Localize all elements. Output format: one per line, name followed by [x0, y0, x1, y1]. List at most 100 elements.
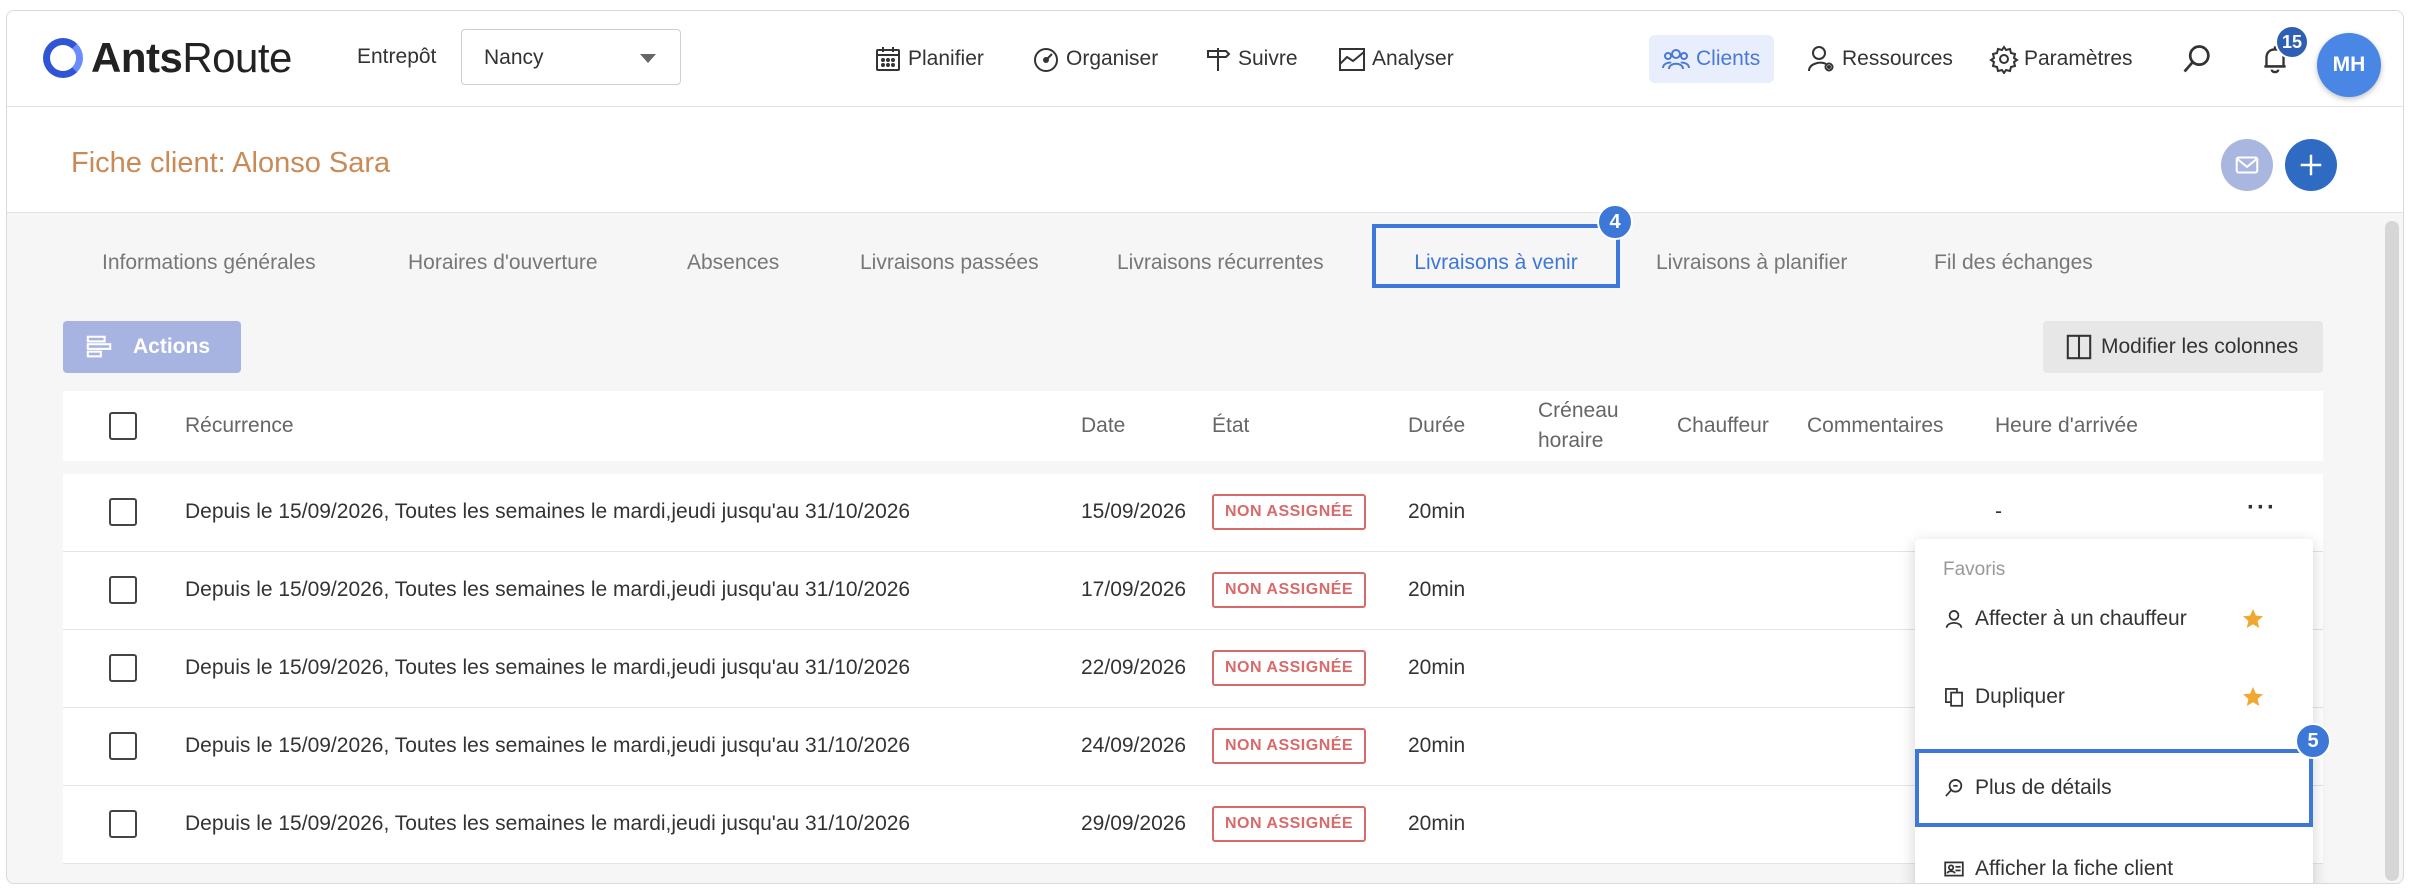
row-actions-menu: Favoris Affecter à un chauffeur Duplique…: [1915, 539, 2313, 883]
row-recurrence: Depuis le 15/09/2026, Toutes les semaine…: [185, 812, 911, 835]
row-duration: 20min: [1408, 656, 1466, 679]
actions-button-label: Actions: [133, 335, 211, 358]
nav-analyser[interactable]: Analyser: [1337, 35, 1454, 83]
columns-icon: [2066, 334, 2092, 360]
id-card-icon: [1944, 861, 1964, 877]
menu-item-plus-de-details[interactable]: Plus de détails: [1915, 749, 2313, 827]
row-duration: 20min: [1408, 812, 1466, 835]
modify-columns-button[interactable]: Modifier les colonnes: [2043, 321, 2323, 373]
logo-text-light: Route: [182, 34, 292, 81]
notification-count-badge: 15: [2275, 25, 2309, 59]
caret-down-icon: [640, 54, 656, 63]
menu-item-fiche-label: Afficher la fiche client: [1975, 857, 2174, 880]
page-header: Fiche client: Alonso Sara: [7, 107, 2403, 213]
tab-livraisons-recurrentes[interactable]: Livraisons récurrentes: [1117, 251, 1324, 275]
row-date: 15/09/2026: [1081, 500, 1187, 523]
row-recurrence: Depuis le 15/09/2026, Toutes les semaine…: [185, 500, 911, 523]
row-more-icon[interactable]: ···: [2247, 494, 2277, 522]
row-checkbox[interactable]: [109, 810, 137, 838]
row-date: 29/09/2026: [1081, 812, 1187, 835]
header-recurrence[interactable]: Récurrence: [185, 411, 294, 441]
nav-planifier[interactable]: Planifier: [873, 35, 984, 83]
app-logo[interactable]: AntsRoute: [43, 33, 292, 83]
top-bar: AntsRoute Entrepôt Nancy Planifier Organ…: [7, 11, 2403, 107]
row-checkbox[interactable]: [109, 654, 137, 682]
tab-livraisons-a-venir[interactable]: Livraisons à venir: [1372, 224, 1620, 288]
nav-ressources-label: Ressources: [1842, 47, 1953, 70]
nav-ressources[interactable]: Ressources: [1807, 35, 1953, 83]
actions-button[interactable]: Actions: [63, 321, 241, 373]
row-recurrence: Depuis le 15/09/2026, Toutes les semaine…: [185, 734, 911, 757]
nav-parametres[interactable]: Paramètres: [1989, 35, 2133, 83]
user-gear-icon: [1808, 46, 1834, 72]
menu-item-affecter-chauffeur[interactable]: Affecter à un chauffeur: [1915, 589, 2313, 649]
header-etat[interactable]: État: [1212, 411, 1249, 441]
nav-suivre-label: Suivre: [1238, 47, 1298, 70]
tab-livraisons-passees[interactable]: Livraisons passées: [860, 251, 1039, 275]
step-badge-5: 5: [2295, 723, 2331, 759]
header-date[interactable]: Date: [1081, 411, 1125, 441]
nav-organiser[interactable]: Organiser: [1031, 35, 1158, 83]
menu-item-afficher-fiche-client[interactable]: Afficher la fiche client: [1915, 839, 2313, 883]
row-checkbox[interactable]: [109, 576, 137, 604]
chart-icon: [1339, 48, 1365, 71]
calendar-icon: [876, 47, 900, 71]
status-badge: NON ASSIGNÉE: [1212, 494, 1367, 530]
select-all-checkbox[interactable]: [109, 412, 137, 440]
menu-item-affecter-label: Affecter à un chauffeur: [1975, 607, 2187, 630]
header-chauffeur[interactable]: Chauffeur: [1677, 411, 1769, 441]
nav-analyser-label: Analyser: [1372, 47, 1454, 70]
status-badge: NON ASSIGNÉE: [1212, 806, 1367, 842]
header-commentaires[interactable]: Commentaires: [1807, 411, 1944, 441]
tab-livraisons-a-planifier[interactable]: Livraisons à planifier: [1656, 251, 1847, 275]
nav-suivre[interactable]: Suivre: [1203, 35, 1298, 83]
user-avatar[interactable]: MH: [2317, 33, 2381, 97]
row-duration: 20min: [1408, 578, 1466, 601]
tab-informations-generales[interactable]: Informations générales: [102, 251, 316, 275]
row-arrival: -: [1995, 500, 2002, 523]
tab-livraisons-a-venir-label: Livraisons à venir: [1414, 251, 1578, 274]
table-header: Récurrence Date État Durée Créneau horair…: [63, 391, 2323, 461]
row-recurrence: Depuis le 15/09/2026, Toutes les semaine…: [185, 656, 911, 679]
nav-planifier-label: Planifier: [908, 47, 984, 70]
star-favorite-icon[interactable]: [2241, 607, 2265, 631]
header-creneau-line2: horaire: [1538, 429, 1604, 452]
header-creneau-line1: Créneau: [1538, 399, 1619, 422]
user-icon: [1945, 610, 1963, 629]
tab-horaires-ouverture[interactable]: Horaires d'ouverture: [408, 251, 598, 275]
search-icon: [2183, 45, 2210, 73]
nav-clients[interactable]: Clients: [1649, 35, 1775, 83]
send-email-button[interactable]: [2221, 139, 2273, 191]
users-icon: [1662, 49, 1690, 70]
app-window: AntsRoute Entrepôt Nancy Planifier Organ…: [6, 10, 2404, 884]
duplicate-icon: [1945, 688, 1963, 707]
header-duree[interactable]: Durée: [1408, 411, 1465, 441]
status-badge: NON ASSIGNÉE: [1212, 650, 1367, 686]
menu-item-dupliquer[interactable]: Dupliquer: [1915, 667, 2313, 727]
nav-organiser-label: Organiser: [1066, 47, 1159, 70]
logo-mark-icon: [43, 38, 83, 78]
tab-absences[interactable]: Absences: [687, 251, 779, 275]
logo-text-bold: Ants: [91, 34, 183, 81]
vertical-scrollbar[interactable]: [2385, 221, 2399, 881]
menu-item-details-label: Plus de détails: [1975, 776, 2112, 799]
search-button[interactable]: [2177, 39, 2217, 79]
page-title: Fiche client: Alonso Sara: [71, 147, 391, 179]
status-badge: NON ASSIGNÉE: [1212, 572, 1367, 608]
star-favorite-icon[interactable]: [2241, 685, 2265, 709]
tab-fil-des-echanges[interactable]: Fil des échanges: [1934, 251, 2093, 275]
warehouse-selected-value: Nancy: [484, 46, 544, 69]
header-heure-arrivee[interactable]: Heure d'arrivée: [1995, 411, 2138, 441]
row-checkbox[interactable]: [109, 498, 137, 526]
row-checkbox[interactable]: [109, 732, 137, 760]
row-date: 24/09/2026: [1081, 734, 1187, 757]
row-duration: 20min: [1408, 500, 1466, 523]
add-button[interactable]: [2285, 139, 2337, 191]
mail-icon: [2235, 156, 2259, 174]
row-date: 22/09/2026: [1081, 656, 1187, 679]
warehouse-select[interactable]: Nancy: [461, 29, 681, 85]
row-date: 17/09/2026: [1081, 578, 1187, 601]
nav-clients-label: Clients: [1696, 47, 1761, 70]
header-creneau[interactable]: Créneau horaire: [1538, 396, 1619, 456]
menu-item-dupliquer-label: Dupliquer: [1975, 685, 2065, 708]
